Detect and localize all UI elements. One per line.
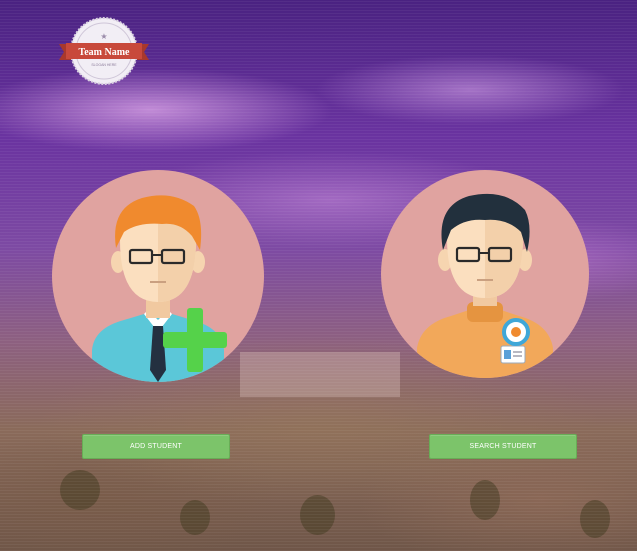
team-logo: ★ Team Name SLOGAN HERE bbox=[57, 17, 151, 85]
add-student-button[interactable]: ADD STUDENT bbox=[82, 434, 230, 459]
logo-title: Team Name bbox=[78, 47, 130, 58]
id-card-icon bbox=[500, 345, 526, 364]
logo-subtitle: SLOGAN HERE bbox=[91, 63, 117, 67]
search-student-button[interactable]: SEARCH STUDENT bbox=[429, 434, 577, 459]
add-student-avatar-icon[interactable] bbox=[52, 170, 264, 382]
svg-text:★: ★ bbox=[100, 32, 107, 41]
search-student-avatar-icon[interactable] bbox=[381, 170, 589, 378]
